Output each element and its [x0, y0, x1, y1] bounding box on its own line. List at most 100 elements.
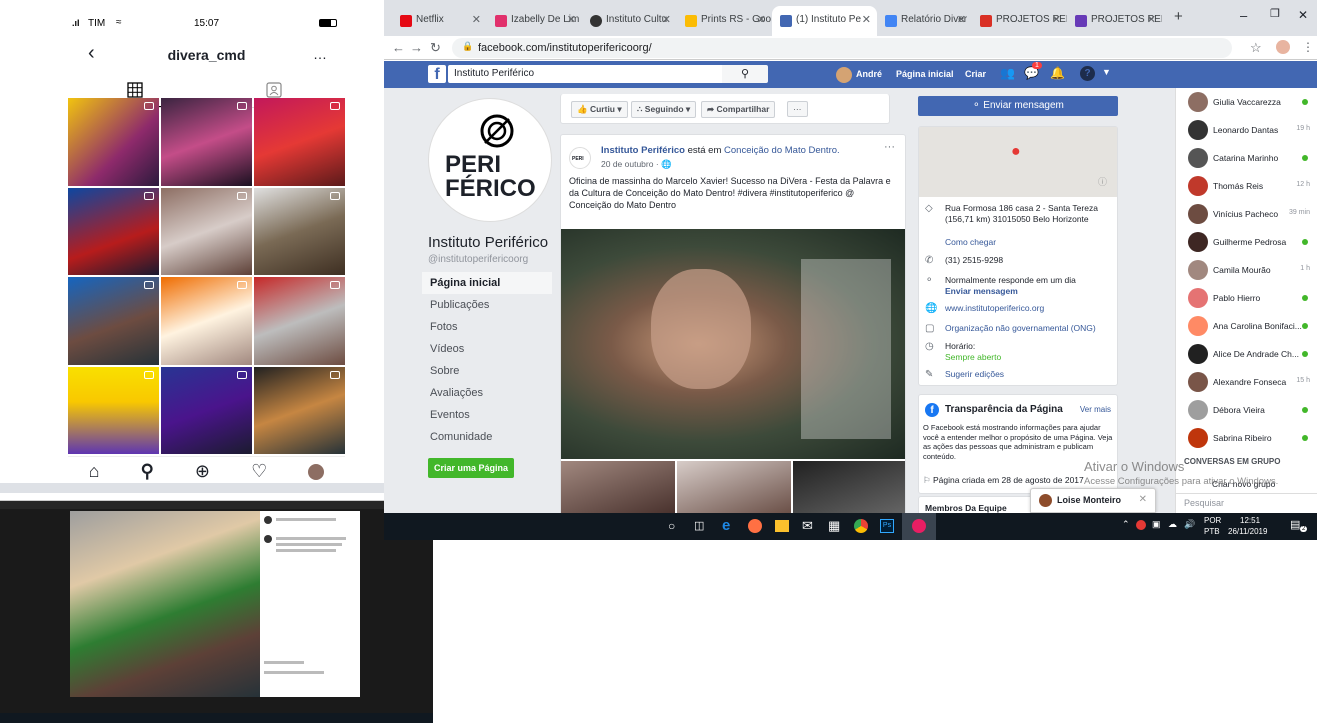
grid-photo[interactable]: [161, 277, 252, 365]
chat-contact[interactable]: Guilherme Pedrosa: [1176, 228, 1317, 256]
grid-photo[interactable]: [68, 366, 159, 454]
tray-cloud-icon[interactable]: ☁: [1168, 519, 1177, 530]
user-avatar[interactable]: [836, 67, 852, 83]
post-date[interactable]: 20 de outubro: [601, 159, 653, 169]
post-main-photo[interactable]: [561, 229, 905, 459]
post-author-avatar[interactable]: PERI: [569, 147, 591, 169]
home-icon[interactable]: ⌂: [89, 461, 100, 482]
chat-contact[interactable]: Débora Vieira: [1176, 396, 1317, 424]
nav-home-link[interactable]: Página inicial: [896, 69, 954, 79]
info-category[interactable]: ▢ Organização não governamental (ONG): [925, 323, 1096, 334]
chat-contact[interactable]: Alexandre Fonseca 15 h: [1176, 368, 1317, 396]
file-explorer-icon[interactable]: [775, 520, 789, 532]
new-tab-icon[interactable]: +: [1174, 8, 1183, 25]
close-tab-icon[interactable]: ✕: [862, 13, 871, 26]
post-location-link[interactable]: Conceição do Mato Dentro.: [724, 145, 840, 156]
side-menu-item-home[interactable]: Página inicial: [422, 272, 552, 294]
chat-contact[interactable]: Camila Mourão 1 h: [1176, 256, 1317, 284]
page-profile-picture[interactable]: PERI FÉRICO: [428, 98, 552, 222]
clock-time[interactable]: 12:51: [1240, 516, 1260, 525]
grid-photo[interactable]: [254, 187, 345, 275]
close-tab-icon[interactable]: ✕: [472, 13, 481, 26]
close-tab-icon[interactable]: ✕: [1052, 13, 1061, 26]
info-send-message-link[interactable]: Enviar mensagem: [925, 286, 1113, 297]
post-thumb-photo[interactable]: [793, 461, 905, 513]
info-directions[interactable]: Como chegar: [925, 237, 996, 248]
back-arrow-icon[interactable]: ←: [392, 40, 405, 55]
grid-photo[interactable]: [68, 98, 159, 186]
more-actions-button[interactable]: ···: [787, 101, 808, 117]
see-more-link[interactable]: Ver mais: [1080, 405, 1111, 414]
post-thumb-photo[interactable]: [561, 461, 675, 513]
chat-contact[interactable]: Leonardo Dantas 19 h: [1176, 116, 1317, 144]
edge-icon[interactable]: e: [722, 517, 730, 534]
clock-date[interactable]: 26/11/2019: [1228, 527, 1267, 536]
close-tab-icon[interactable]: ✕: [567, 13, 576, 26]
bookmark-star-icon[interactable]: ☆: [1250, 40, 1262, 56]
fb-search-input[interactable]: Instituto Periférico: [448, 65, 752, 83]
info-suggest-edits[interactable]: ✎ Sugerir edições: [925, 369, 1004, 380]
profile-avatar-icon[interactable]: [308, 463, 325, 480]
close-window-icon[interactable]: ✕: [1298, 8, 1308, 22]
like-button[interactable]: 👍 Curtiu ▾: [571, 101, 628, 118]
chrome-icon[interactable]: [854, 519, 868, 533]
search-icon[interactable]: ⚲: [141, 461, 154, 482]
nav-create-link[interactable]: Criar: [965, 69, 986, 79]
cortana-circle-icon[interactable]: ○: [668, 519, 675, 533]
browser-tab[interactable]: PROJETOS PER ✕: [1067, 6, 1162, 36]
side-menu-item-about[interactable]: Sobre: [422, 360, 552, 382]
firefox-icon[interactable]: [748, 519, 762, 533]
volume-icon[interactable]: 🔊: [1184, 519, 1195, 530]
create-page-button[interactable]: Criar uma Página: [428, 458, 515, 478]
active-app-slot[interactable]: [902, 513, 936, 540]
photoshop-icon[interactable]: Ps: [880, 519, 894, 533]
minimize-icon[interactable]: –: [1240, 8, 1247, 23]
mail-icon[interactable]: ✉: [802, 518, 813, 534]
store-icon[interactable]: ▦: [828, 518, 840, 534]
post-author-link[interactable]: Instituto Periférico: [601, 145, 685, 156]
restore-icon[interactable]: ❐: [1270, 7, 1280, 20]
side-menu-item-posts[interactable]: Publicações: [422, 294, 552, 316]
close-tab-icon[interactable]: ✕: [1147, 13, 1156, 26]
language-bottom[interactable]: PTB: [1204, 527, 1220, 536]
action-center-icon[interactable]: ▤: [1290, 518, 1300, 531]
grid-photo[interactable]: [254, 366, 345, 454]
chat-search-input[interactable]: Pesquisar: [1176, 493, 1317, 513]
more-icon[interactable]: …: [313, 46, 327, 62]
side-menu-item-community[interactable]: Comunidade: [422, 426, 552, 448]
close-tab-icon[interactable]: ✕: [957, 13, 966, 26]
map-info-icon[interactable]: ⓘ: [1098, 175, 1107, 188]
side-menu-item-events[interactable]: Eventos: [422, 404, 552, 426]
close-chat-icon[interactable]: ✕: [1139, 494, 1147, 505]
chat-contact[interactable]: Sabrina Ribeiro: [1176, 424, 1317, 452]
tray-network-icon[interactable]: ▣: [1152, 519, 1161, 530]
task-view-icon[interactable]: ◫: [694, 519, 704, 532]
post-options-icon[interactable]: ···: [884, 141, 895, 153]
menu-icon[interactable]: ⋮: [1302, 40, 1314, 54]
browser-tab[interactable]: Relatório Diver ✕: [877, 6, 972, 36]
send-message-button[interactable]: ⚬ Enviar mensagem: [918, 96, 1118, 116]
fb-search-button[interactable]: ⚲: [722, 65, 768, 83]
chat-contact[interactable]: Ana Carolina Bonifaci...: [1176, 312, 1317, 340]
info-website[interactable]: 🌐 www.institutoperiferico.org: [925, 303, 1044, 314]
grid-photo[interactable]: [254, 98, 345, 186]
chat-contact[interactable]: Giulia Vaccarezza: [1176, 88, 1317, 116]
grid-photo[interactable]: [254, 277, 345, 365]
grid-photo[interactable]: [161, 98, 252, 186]
browser-tab[interactable]: Netflix ✕: [392, 6, 487, 36]
browser-tab-active[interactable]: (1) Instituto Pe ✕: [772, 6, 877, 36]
grid-photo[interactable]: [161, 187, 252, 275]
chat-contact[interactable]: Thomás Reis 12 h: [1176, 172, 1317, 200]
dropdown-caret-icon[interactable]: ▼: [1102, 67, 1111, 77]
chat-popup-tab[interactable]: Loise Monteiro ✕: [1030, 488, 1156, 513]
follow-button[interactable]: ∴ Seguindo ▾: [631, 101, 697, 118]
chat-contact[interactable]: Catarina Marinho: [1176, 144, 1317, 172]
side-menu-item-reviews[interactable]: Avaliações: [422, 382, 552, 404]
url-input[interactable]: 🔒 facebook.com/institutoperifericoorg/: [452, 38, 1232, 58]
chat-contact[interactable]: Vinícius Pacheco 39 min: [1176, 200, 1317, 228]
chat-contact[interactable]: Alice De Andrade Ch...: [1176, 340, 1317, 368]
side-menu-item-videos[interactable]: Vídeos: [422, 338, 552, 360]
new-post-icon[interactable]: ⊕: [195, 461, 210, 482]
grid-photo[interactable]: [68, 277, 159, 365]
help-icon[interactable]: ?: [1080, 66, 1095, 81]
